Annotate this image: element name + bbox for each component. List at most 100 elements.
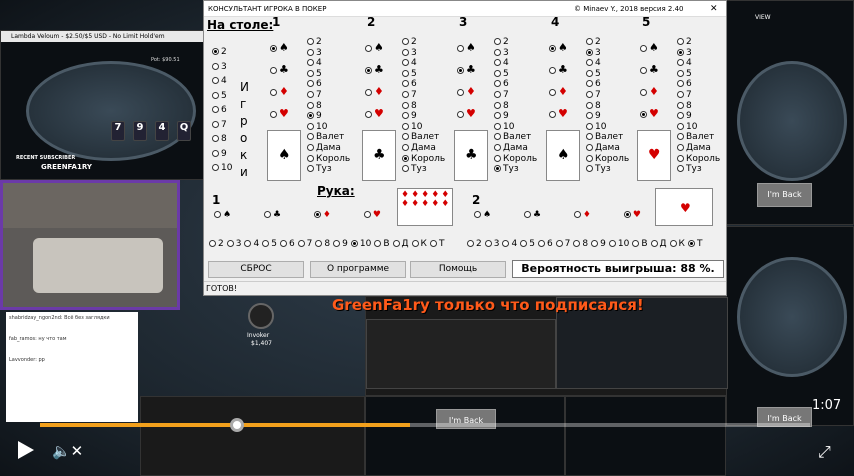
radio-button[interactable] bbox=[392, 240, 400, 247]
radio-button[interactable] bbox=[457, 110, 464, 118]
radio-button[interactable] bbox=[549, 66, 556, 74]
radio-button[interactable] bbox=[640, 88, 647, 96]
hand-rank-option[interactable]: К bbox=[411, 239, 427, 249]
radio-button[interactable] bbox=[549, 88, 556, 96]
radio-button[interactable] bbox=[212, 106, 219, 113]
player-count-option[interactable]: 6 bbox=[212, 103, 232, 118]
rank-option[interactable]: 6 bbox=[494, 79, 537, 90]
radio-button[interactable] bbox=[402, 101, 409, 109]
hand-rank-option[interactable]: 3 bbox=[484, 239, 499, 249]
radio-button[interactable] bbox=[494, 48, 501, 56]
radio-button[interactable] bbox=[494, 59, 501, 67]
hand-rank-option[interactable]: Д bbox=[650, 239, 667, 249]
rank-option[interactable]: 3 bbox=[586, 48, 629, 59]
rank-option[interactable]: Дама bbox=[307, 143, 350, 154]
radio-button[interactable] bbox=[632, 240, 640, 247]
hand-rank-option[interactable]: 8 bbox=[573, 239, 588, 249]
rank-option[interactable]: 9 bbox=[402, 111, 445, 122]
hand-rank-option[interactable]: 10 bbox=[350, 239, 371, 249]
rank-option[interactable]: Дама bbox=[677, 143, 720, 154]
hand-rank-option[interactable]: Д bbox=[392, 239, 409, 249]
radio-button[interactable] bbox=[212, 120, 219, 128]
radio-button[interactable] bbox=[494, 69, 501, 77]
rank-option[interactable]: 3 bbox=[307, 48, 350, 59]
radio-button[interactable] bbox=[365, 44, 372, 52]
radio-button[interactable] bbox=[402, 48, 409, 56]
radio-button[interactable] bbox=[640, 44, 647, 52]
radio-button[interactable] bbox=[307, 59, 314, 67]
radio-button[interactable] bbox=[494, 80, 501, 88]
player-count-option[interactable]: 8 bbox=[212, 132, 232, 147]
suit-option[interactable]: ♠ bbox=[640, 37, 659, 59]
radio-button[interactable] bbox=[677, 133, 684, 141]
rank-option[interactable]: Туз bbox=[586, 164, 629, 175]
rank-option[interactable]: 7 bbox=[677, 90, 720, 101]
hand-rank-option[interactable]: 10 bbox=[608, 239, 629, 249]
rank-option[interactable]: Король bbox=[494, 154, 537, 165]
hand-rank-option[interactable]: В bbox=[374, 239, 390, 249]
rank-option[interactable]: Король bbox=[586, 154, 629, 165]
radio-button[interactable] bbox=[457, 88, 464, 96]
radio-button[interactable] bbox=[586, 90, 593, 98]
radio-button[interactable] bbox=[270, 44, 277, 52]
rank-option[interactable]: Туз bbox=[307, 164, 350, 175]
hand-rank-option[interactable]: 4 bbox=[244, 239, 259, 249]
close-icon[interactable]: ✕ bbox=[710, 1, 718, 17]
hand-rank-option[interactable]: 5 bbox=[520, 239, 535, 249]
radio-button[interactable] bbox=[687, 240, 695, 247]
suit-option[interactable]: ♣ bbox=[270, 59, 289, 81]
rank-option[interactable]: 8 bbox=[402, 101, 445, 112]
radio-button[interactable] bbox=[402, 59, 409, 67]
suit-option[interactable]: ♣ bbox=[549, 59, 568, 81]
radio-button[interactable] bbox=[586, 59, 593, 67]
hand-rank-option[interactable]: В bbox=[632, 239, 648, 249]
radio-button[interactable] bbox=[608, 240, 616, 247]
radio-button[interactable] bbox=[502, 240, 510, 247]
rank-option[interactable]: Валет bbox=[494, 132, 537, 143]
rank-option[interactable]: 9 bbox=[677, 111, 720, 122]
help-button[interactable]: Помощь bbox=[410, 261, 506, 278]
rank-option[interactable]: 7 bbox=[586, 90, 629, 101]
radio-button[interactable] bbox=[307, 48, 314, 56]
radio-button[interactable] bbox=[402, 133, 409, 141]
radio-button[interactable] bbox=[307, 133, 314, 141]
radio-button[interactable] bbox=[209, 240, 216, 247]
radio-button[interactable] bbox=[307, 122, 314, 130]
rank-option[interactable]: 5 bbox=[677, 69, 720, 80]
hand-rank-option[interactable]: 6 bbox=[279, 239, 295, 249]
suit-option[interactable]: ♠ bbox=[549, 37, 568, 59]
radio-button[interactable] bbox=[549, 110, 556, 118]
suit-option[interactable]: ♥ bbox=[549, 103, 568, 125]
radio-button[interactable] bbox=[586, 154, 593, 162]
radio-button[interactable] bbox=[457, 66, 464, 74]
radio-button[interactable] bbox=[467, 240, 474, 247]
radio-button[interactable] bbox=[494, 165, 501, 173]
suit-option[interactable]: ♦ bbox=[457, 81, 476, 103]
radio-button[interactable] bbox=[307, 112, 314, 120]
rank-option[interactable]: Король bbox=[677, 154, 720, 165]
radio-button[interactable] bbox=[494, 143, 501, 151]
radio-button[interactable] bbox=[212, 135, 219, 142]
radio-button[interactable] bbox=[586, 69, 593, 77]
suit-option[interactable]: ♥ bbox=[457, 103, 476, 125]
rank-option[interactable]: Валет bbox=[677, 132, 720, 143]
radio-button[interactable] bbox=[307, 154, 314, 162]
reset-button[interactable]: СБРОС bbox=[208, 261, 304, 278]
rank-option[interactable]: 8 bbox=[586, 101, 629, 112]
hand-rank-option[interactable]: 5 bbox=[262, 239, 277, 249]
rank-option[interactable]: 5 bbox=[494, 69, 537, 80]
rank-option[interactable]: Дама bbox=[586, 143, 629, 154]
rank-option[interactable]: 2 bbox=[586, 37, 629, 48]
radio-button[interactable] bbox=[591, 240, 599, 247]
rank-option[interactable]: 2 bbox=[677, 37, 720, 48]
radio-button[interactable] bbox=[297, 240, 305, 247]
rank-option[interactable]: Туз bbox=[677, 164, 720, 175]
rank-option[interactable]: 2 bbox=[402, 37, 445, 48]
suit-option[interactable]: ♦ bbox=[270, 81, 289, 103]
rank-option[interactable]: Король bbox=[307, 154, 350, 165]
radio-button[interactable] bbox=[573, 240, 581, 247]
rank-option[interactable]: 9 bbox=[494, 111, 537, 122]
suit-option[interactable]: ♥ bbox=[365, 103, 384, 125]
rank-option[interactable]: Туз bbox=[494, 164, 537, 175]
rank-option[interactable]: 4 bbox=[494, 58, 537, 69]
